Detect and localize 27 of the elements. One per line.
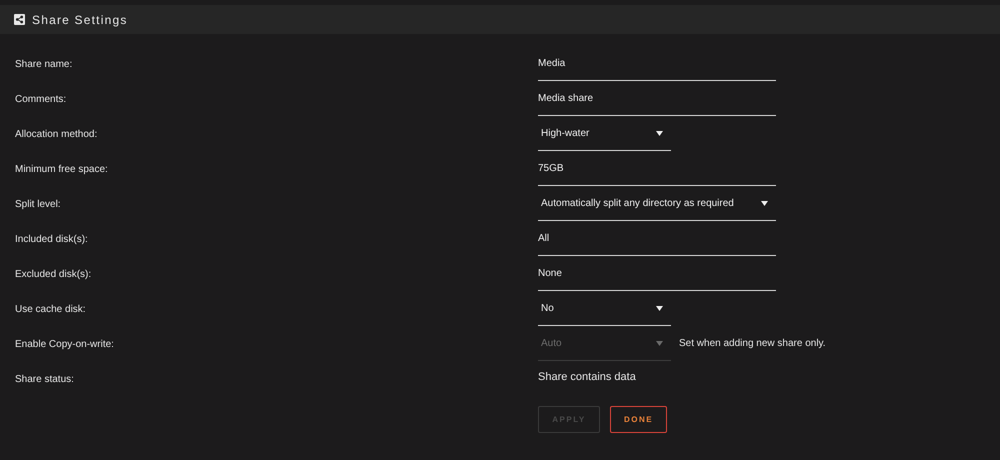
caret-icon bbox=[656, 131, 663, 136]
text-field[interactable]: None bbox=[538, 263, 776, 291]
field-label: Comments: bbox=[14, 93, 68, 105]
field-label: Use cache disk: bbox=[14, 303, 87, 315]
caret-icon bbox=[656, 341, 663, 346]
dropdown[interactable]: Automatically split any directory as required bbox=[538, 193, 776, 221]
dropdown[interactable]: High-water bbox=[538, 123, 671, 151]
field-label: Allocation method: bbox=[14, 128, 98, 140]
text-field[interactable]: Media share bbox=[538, 88, 776, 116]
caret-icon bbox=[656, 306, 663, 311]
share-icon bbox=[14, 14, 25, 25]
field-label: Included disk(s): bbox=[14, 233, 89, 245]
field-label: Share name: bbox=[14, 58, 74, 70]
done-button[interactable]: DONE bbox=[610, 406, 667, 433]
text-field[interactable]: All bbox=[538, 228, 776, 256]
status-text: Share contains data bbox=[538, 370, 636, 383]
text-field[interactable]: 75GB bbox=[538, 158, 776, 186]
caret-icon bbox=[761, 201, 768, 206]
field-label: Split level: bbox=[14, 198, 62, 210]
text-field[interactable]: Media bbox=[538, 53, 776, 81]
panel-title: Share Settings bbox=[32, 12, 128, 26]
field-label: Excluded disk(s): bbox=[14, 268, 92, 280]
field-label: Minimum free space: bbox=[14, 163, 109, 175]
field-label: Enable Copy-on-write: bbox=[14, 338, 115, 350]
hint-text: Set when adding new share only. bbox=[679, 337, 826, 349]
field-label: Share status: bbox=[14, 373, 75, 385]
dropdown[interactable]: No bbox=[538, 298, 671, 326]
